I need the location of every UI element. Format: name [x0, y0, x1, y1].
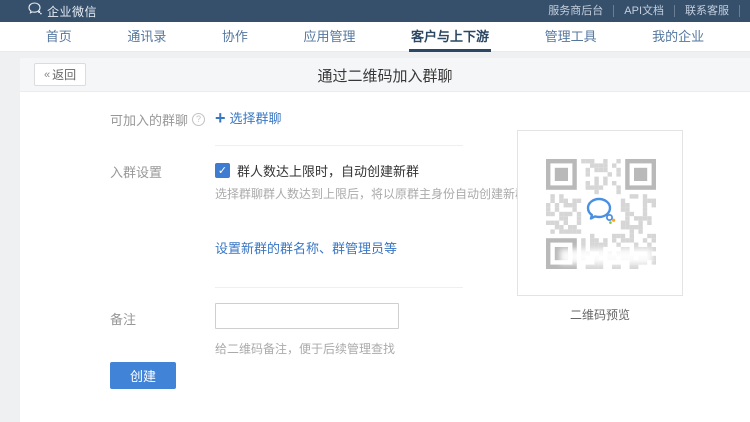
nav-item-customers[interactable]: 客户与上下游: [409, 22, 491, 51]
join-settings-description: 选择群聊群人数达到上限后，将以原群主身份自动创建新群: [215, 185, 527, 202]
remark-input[interactable]: [215, 303, 399, 329]
topbar-link-provider[interactable]: 服务商后台: [538, 5, 614, 17]
brand-logo[interactable]: 企业微信: [28, 2, 97, 20]
chat-bubble-icon: [28, 2, 42, 20]
topbar-link-api-docs[interactable]: API文档: [614, 5, 675, 17]
main-nav: 首页 通讯录 协作 应用管理 客户与上下游 管理工具 我的企业: [0, 22, 750, 52]
nav-item-my-company[interactable]: 我的企业: [650, 22, 706, 51]
form-divider: [215, 287, 463, 288]
page-title: 通过二维码加入群聊: [20, 58, 750, 92]
configure-new-group-link[interactable]: 设置新群的群名称、群管理员等: [215, 238, 397, 257]
select-group-link[interactable]: + 选择群聊: [215, 108, 282, 127]
nav-item-home[interactable]: 首页: [44, 22, 74, 51]
content-panel: « 返回 通过二维码加入群聊 可加入的群聊 ? + 选择群聊 入群设置 ✓ 群人…: [20, 58, 750, 422]
plus-icon: +: [215, 109, 226, 127]
select-group-link-label: 选择群聊: [230, 108, 282, 127]
create-button[interactable]: 创建: [110, 362, 176, 389]
brand-name: 企业微信: [47, 3, 97, 20]
panel-header: « 返回 通过二维码加入群聊: [20, 58, 750, 92]
info-icon[interactable]: ?: [192, 113, 205, 126]
qr-preview-caption: 二维码预览: [517, 306, 683, 323]
remark-label: 备注: [110, 309, 136, 328]
remark-description: 给二维码备注，便于后续管理查找: [215, 340, 395, 357]
topbar: 企业微信 服务商后台 API文档 联系客服: [0, 0, 750, 22]
qr-preview-box: [517, 130, 683, 296]
nav-item-collaboration[interactable]: 协作: [220, 22, 250, 51]
nav-item-contacts[interactable]: 通讯录: [125, 22, 168, 51]
wecom-logo-icon: [585, 197, 617, 230]
joinable-group-label: 可加入的群聊 ?: [110, 110, 205, 129]
form-divider: [215, 145, 463, 146]
nav-item-admin-tools[interactable]: 管理工具: [543, 22, 599, 51]
join-settings-label: 入群设置: [110, 162, 162, 181]
auto-create-group-checkbox-label: 群人数达上限时，自动创建新群: [237, 161, 419, 180]
auto-create-group-checkbox-row[interactable]: ✓ 群人数达上限时，自动创建新群: [215, 161, 419, 180]
topbar-link-contact-support[interactable]: 联系客服: [675, 5, 740, 17]
nav-item-app-management[interactable]: 应用管理: [301, 22, 357, 51]
qr-watermark-blur: [560, 249, 652, 264]
checkbox-checked-icon[interactable]: ✓: [215, 163, 230, 178]
topbar-links: 服务商后台 API文档 联系客服: [538, 5, 740, 17]
